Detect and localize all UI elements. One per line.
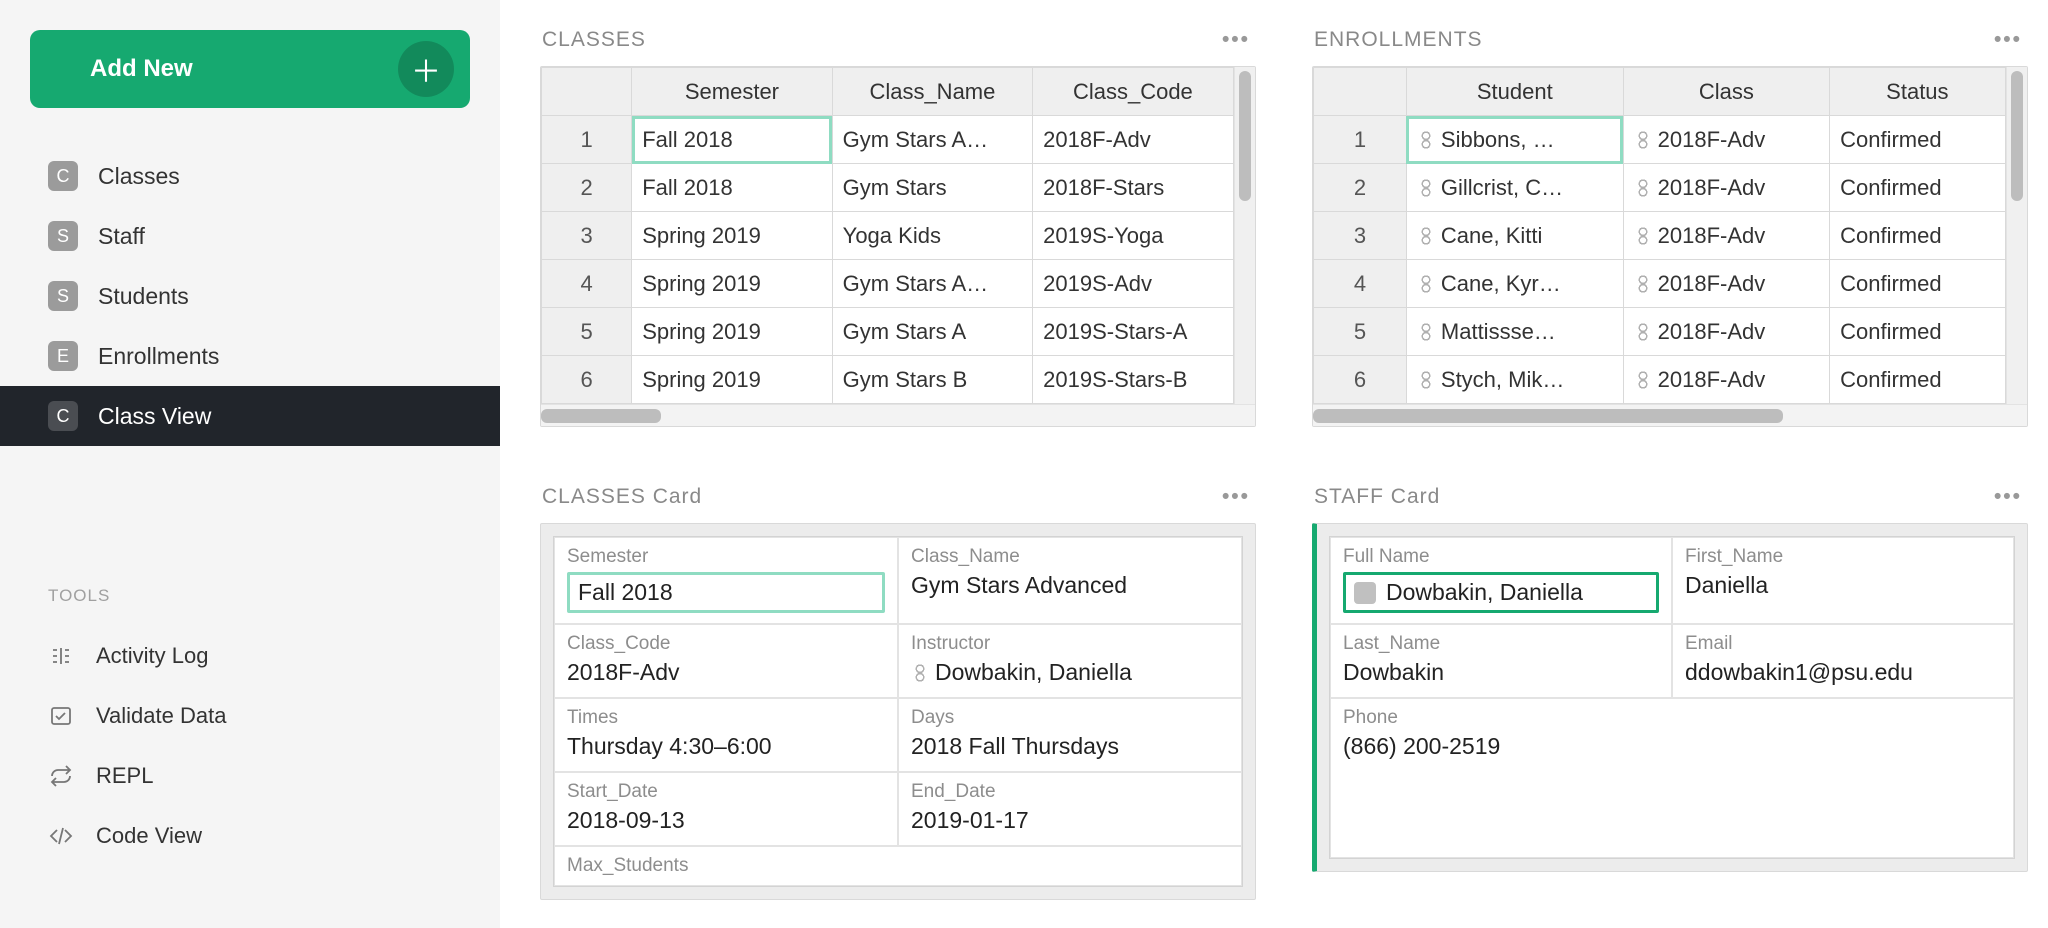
field-email[interactable]: Email ddowbakin1@psu.edu xyxy=(1672,624,2014,698)
validate-icon xyxy=(48,703,74,729)
vertical-scrollbar[interactable] xyxy=(1234,67,1255,404)
sidebar-item-label: Class View xyxy=(98,403,211,430)
plus-icon: ＋ xyxy=(398,41,454,97)
table-row[interactable]: 2 Gillcrist, C… 2018F-Adv Confirmed xyxy=(1314,164,2006,212)
more-icon[interactable]: ••• xyxy=(1994,28,2022,52)
tool-label: Code View xyxy=(96,823,202,849)
tool-label: REPL xyxy=(96,763,153,789)
badge-icon: S xyxy=(48,281,78,311)
field-instructor[interactable]: Instructor Dowbakin, Daniella xyxy=(898,624,1242,698)
panel-title: STAFF Card xyxy=(1314,485,1440,509)
more-icon[interactable]: ••• xyxy=(1222,485,1250,509)
badge-icon: C xyxy=(48,161,78,191)
col-header-class-name[interactable]: Class_Name xyxy=(832,68,1032,116)
field-first-name[interactable]: First_Name Daniella xyxy=(1672,537,2014,624)
tool-activity-log[interactable]: Activity Log xyxy=(0,626,500,686)
field-semester[interactable]: Semester Fall 2018 xyxy=(554,537,898,624)
field-class-code[interactable]: Class_Code 2018F-Adv xyxy=(554,624,898,698)
field-times[interactable]: Times Thursday 4:30–6:00 xyxy=(554,698,898,772)
badge-icon: S xyxy=(48,221,78,251)
table-row[interactable]: 5 Spring 2019 Gym Stars A 2019S-Stars-A xyxy=(542,308,1234,356)
sidebar-item-label: Students xyxy=(98,283,189,310)
col-header-rownum[interactable] xyxy=(1314,68,1407,116)
code-icon xyxy=(48,823,74,849)
panel-title: ENROLLMENTS xyxy=(1314,28,1483,52)
tool-label: Activity Log xyxy=(96,643,209,669)
tool-label: Validate Data xyxy=(96,703,226,729)
table-row[interactable]: 1 Sibbons, … 2018F-Adv Confirmed xyxy=(1314,116,2006,164)
add-new-label: Add New xyxy=(90,55,193,83)
classes-card: Semester Fall 2018 Class_Name Gym Stars … xyxy=(540,523,1256,900)
staff-card-panel: STAFF Card ••• Full Name Dowbakin, Danie… xyxy=(1312,485,2028,928)
more-icon[interactable]: ••• xyxy=(1994,485,2022,509)
badge-icon: C xyxy=(48,401,78,431)
table-row[interactable]: 4 Cane, Kyr… 2018F-Adv Confirmed xyxy=(1314,260,2006,308)
classes-panel: CLASSES ••• Semester Class_Name Class_Co… xyxy=(540,28,1256,455)
vertical-scrollbar[interactable] xyxy=(2006,67,2027,404)
staff-card: Full Name Dowbakin, Daniella First_Name … xyxy=(1312,523,2028,872)
field-start-date[interactable]: Start_Date 2018-09-13 xyxy=(554,772,898,846)
tool-validate-data[interactable]: Validate Data xyxy=(0,686,500,746)
field-full-name[interactable]: Full Name Dowbakin, Daniella xyxy=(1330,537,1672,624)
sidebar: Add New ＋ C Classes S Staff S Students E… xyxy=(0,0,500,928)
field-max-students[interactable]: Max_Students xyxy=(554,846,1242,886)
col-header-rownum[interactable] xyxy=(542,68,632,116)
classes-grid: Semester Class_Name Class_Code 1 Fall 20… xyxy=(540,66,1256,427)
add-new-button[interactable]: Add New ＋ xyxy=(30,30,470,108)
cell-class-code[interactable]: 2018F-Adv xyxy=(1033,116,1233,164)
col-header-student[interactable]: Student xyxy=(1406,68,1623,116)
table-row[interactable]: 3 Spring 2019 Yoga Kids 2019S-Yoga xyxy=(542,212,1234,260)
col-header-class-code[interactable]: Class_Code xyxy=(1033,68,1233,116)
sidebar-item-label: Staff xyxy=(98,223,145,250)
link-icon: Dowbakin, Daniella xyxy=(911,659,1229,686)
table-row[interactable]: 4 Spring 2019 Gym Stars A… 2019S-Adv xyxy=(542,260,1234,308)
sidebar-item-label: Classes xyxy=(98,163,180,190)
cell-class-name[interactable]: Gym Stars A… xyxy=(832,116,1032,164)
field-days[interactable]: Days 2018 Fall Thursdays xyxy=(898,698,1242,772)
field-end-date[interactable]: End_Date 2019-01-17 xyxy=(898,772,1242,846)
nav-list: C Classes S Staff S Students E Enrollmen… xyxy=(0,136,500,446)
panel-title: CLASSES xyxy=(542,28,646,52)
field-class-name[interactable]: Class_Name Gym Stars Advanced xyxy=(898,537,1242,624)
horizontal-scrollbar[interactable] xyxy=(1313,404,2027,426)
cell-status[interactable]: Confirmed xyxy=(1830,116,2006,164)
table-row[interactable]: 6 Spring 2019 Gym Stars B 2019S-Stars-B xyxy=(542,356,1234,404)
enrollments-panel: ENROLLMENTS ••• Student Class Status 1 xyxy=(1312,28,2028,455)
table-row[interactable]: 5 Mattissse… 2018F-Adv Confirmed xyxy=(1314,308,2006,356)
panel-title: CLASSES Card xyxy=(542,485,702,509)
table-row[interactable]: 2 Fall 2018 Gym Stars 2018F-Stars xyxy=(542,164,1234,212)
field-last-name[interactable]: Last_Name Dowbakin xyxy=(1330,624,1672,698)
table-row[interactable]: 3 Cane, Kitti 2018F-Adv Confirmed xyxy=(1314,212,2006,260)
enrollments-grid: Student Class Status 1 Sibbons, … 2018F-… xyxy=(1312,66,2028,427)
col-header-class[interactable]: Class xyxy=(1623,68,1829,116)
sidebar-item-class-view[interactable]: C Class View xyxy=(0,386,500,446)
tool-code-view[interactable]: Code View xyxy=(0,806,500,866)
cell-semester[interactable]: Fall 2018 xyxy=(632,116,832,164)
horizontal-scrollbar[interactable] xyxy=(541,404,1255,426)
cell-student[interactable]: Sibbons, … xyxy=(1406,116,1623,164)
field-phone[interactable]: Phone (866) 200-2519 xyxy=(1330,698,2014,858)
tools-heading: TOOLS xyxy=(0,586,500,606)
sidebar-item-label: Enrollments xyxy=(98,343,219,370)
table-row[interactable]: 1 Fall 2018 Gym Stars A… 2018F-Adv xyxy=(542,116,1234,164)
more-icon[interactable]: ••• xyxy=(1222,28,1250,52)
sidebar-item-staff[interactable]: S Staff xyxy=(0,206,500,266)
badge-icon: E xyxy=(48,341,78,371)
tool-repl[interactable]: REPL xyxy=(0,746,500,806)
repl-icon xyxy=(48,763,74,789)
activity-log-icon xyxy=(48,643,74,669)
sidebar-item-students[interactable]: S Students xyxy=(0,266,500,326)
classes-table[interactable]: Semester Class_Name Class_Code 1 Fall 20… xyxy=(541,67,1234,404)
classes-card-panel: CLASSES Card ••• Semester Fall 2018 Clas… xyxy=(540,485,1256,928)
sidebar-item-enrollments[interactable]: E Enrollments xyxy=(0,326,500,386)
record-icon xyxy=(1354,582,1376,604)
col-header-status[interactable]: Status xyxy=(1830,68,2006,116)
sidebar-item-classes[interactable]: C Classes xyxy=(0,146,500,206)
main-content: CLASSES ••• Semester Class_Name Class_Co… xyxy=(500,0,2048,928)
cell-class[interactable]: 2018F-Adv xyxy=(1623,116,1829,164)
col-header-semester[interactable]: Semester xyxy=(632,68,832,116)
table-row[interactable]: 6 Stych, Mik… 2018F-Adv Confirmed xyxy=(1314,356,2006,404)
enrollments-table[interactable]: Student Class Status 1 Sibbons, … 2018F-… xyxy=(1313,67,2006,404)
